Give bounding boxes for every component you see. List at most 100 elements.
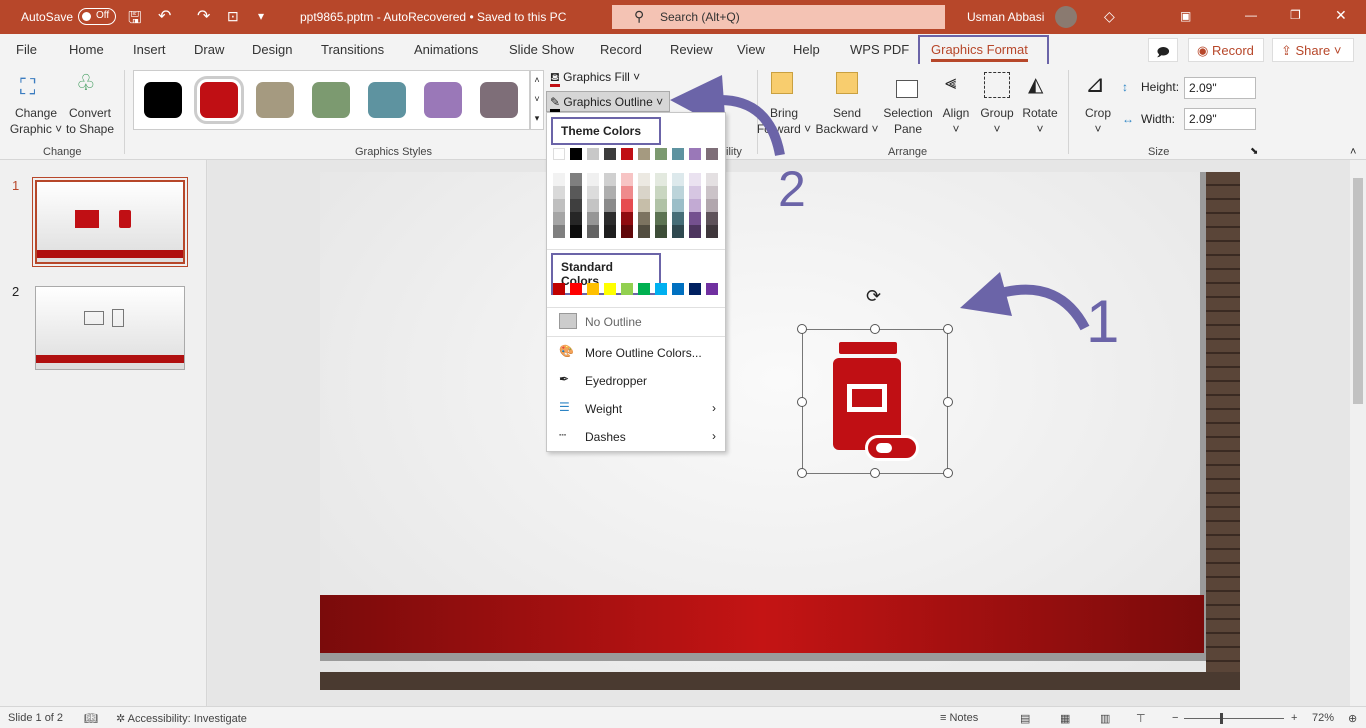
- zoom-out-button[interactable]: −: [1172, 712, 1178, 724]
- tab-home[interactable]: Home: [69, 42, 104, 57]
- theme-color-swatch[interactable]: [570, 148, 582, 160]
- theme-color-tint[interactable]: [553, 199, 565, 212]
- theme-color-tint[interactable]: [570, 212, 582, 225]
- present-icon[interactable]: ⊡: [227, 8, 239, 25]
- theme-color-tint[interactable]: [604, 199, 616, 212]
- theme-color-tint[interactable]: [655, 225, 667, 238]
- theme-color-tint[interactable]: [621, 199, 633, 212]
- theme-color-tint[interactable]: [672, 212, 684, 225]
- undo-icon[interactable]: ↶: [158, 6, 171, 26]
- graphic-style-swatch[interactable]: [480, 82, 518, 118]
- theme-color-tint[interactable]: [672, 199, 684, 212]
- theme-color-tint[interactable]: [604, 173, 616, 186]
- theme-color-tint[interactable]: [689, 225, 701, 238]
- theme-color-tint[interactable]: [587, 186, 599, 199]
- standard-color-swatch[interactable]: [587, 283, 599, 295]
- standard-color-swatch[interactable]: [553, 283, 565, 295]
- theme-color-tint[interactable]: [706, 199, 718, 212]
- tab-slide-show[interactable]: Slide Show: [509, 42, 574, 57]
- spellcheck-icon[interactable]: 📖︎: [84, 712, 98, 725]
- theme-color-tint[interactable]: [638, 173, 650, 186]
- dashes-item[interactable]: ┄ Dashes ›: [557, 426, 722, 448]
- theme-color-swatch[interactable]: [553, 148, 565, 160]
- height-input[interactable]: 2.09": [1184, 77, 1256, 99]
- zoom-slider-thumb[interactable]: [1220, 713, 1223, 724]
- standard-color-swatch[interactable]: [638, 283, 650, 295]
- tab-file[interactable]: File: [16, 42, 37, 57]
- theme-color-tint[interactable]: [587, 199, 599, 212]
- theme-color-tint[interactable]: [621, 173, 633, 186]
- theme-color-tint[interactable]: [672, 173, 684, 186]
- theme-color-tint[interactable]: [655, 186, 667, 199]
- tab-wps-pdf[interactable]: WPS PDF: [850, 42, 909, 57]
- theme-color-tint[interactable]: [672, 225, 684, 238]
- slideshow-icon[interactable]: ⊤: [1136, 712, 1146, 725]
- theme-color-swatch[interactable]: [655, 148, 667, 160]
- change-graphic-button[interactable]: Change Graphic ˅: [8, 105, 64, 137]
- ribbon-display-icon[interactable]: ▣: [1180, 9, 1191, 23]
- theme-color-tint[interactable]: [638, 212, 650, 225]
- theme-color-tint[interactable]: [553, 225, 565, 238]
- standard-color-swatch[interactable]: [655, 283, 667, 295]
- theme-color-swatch[interactable]: [706, 148, 718, 160]
- theme-color-tint[interactable]: [604, 225, 616, 238]
- theme-color-tint[interactable]: [706, 212, 718, 225]
- graphic-style-swatch[interactable]: [312, 82, 350, 118]
- tab-draw[interactable]: Draw: [194, 42, 224, 57]
- collapse-ribbon-icon[interactable]: ˄: [1350, 146, 1356, 158]
- theme-color-tint[interactable]: [655, 212, 667, 225]
- theme-color-tint[interactable]: [689, 173, 701, 186]
- theme-color-tint[interactable]: [570, 199, 582, 212]
- theme-color-tint[interactable]: [587, 173, 599, 186]
- standard-color-swatch[interactable]: [672, 283, 684, 295]
- avatar[interactable]: [1055, 6, 1077, 28]
- resize-handle-e[interactable]: [943, 397, 953, 407]
- theme-color-tint[interactable]: [587, 212, 599, 225]
- slide-sorter-icon[interactable]: ▦: [1060, 712, 1070, 725]
- theme-color-swatch[interactable]: [689, 148, 701, 160]
- notes-button[interactable]: ≡ Notes: [940, 712, 978, 724]
- theme-color-swatch[interactable]: [638, 148, 650, 160]
- fit-slide-icon[interactable]: ⊕: [1348, 712, 1357, 725]
- zoom-slider[interactable]: [1184, 713, 1284, 724]
- theme-color-tint[interactable]: [706, 173, 718, 186]
- eyedropper-item[interactable]: ✒ Eyedropper: [557, 370, 722, 392]
- standard-color-swatch[interactable]: [689, 283, 701, 295]
- theme-color-swatch[interactable]: [672, 148, 684, 160]
- standard-color-swatch[interactable]: [706, 283, 718, 295]
- theme-color-tint[interactable]: [638, 186, 650, 199]
- graphic-style-swatch[interactable]: [368, 82, 406, 118]
- theme-color-tint[interactable]: [570, 225, 582, 238]
- theme-color-swatch[interactable]: [604, 148, 616, 160]
- theme-color-tint[interactable]: [621, 212, 633, 225]
- normal-view-icon[interactable]: ▤: [1020, 712, 1030, 725]
- graphics-fill-button[interactable]: ⛾ Graphics Fill ˅: [550, 70, 640, 87]
- save-icon[interactable]: 🖫: [128, 7, 142, 34]
- tab-graphics-format[interactable]: Graphics Format: [931, 42, 1028, 62]
- theme-color-tint[interactable]: [689, 186, 701, 199]
- share-button[interactable]: ⇪ Share ˅: [1272, 38, 1354, 62]
- graphic-style-swatch[interactable]: [424, 82, 462, 118]
- theme-color-tint[interactable]: [621, 186, 633, 199]
- theme-color-tint[interactable]: [604, 212, 616, 225]
- slide-thumbnail-1[interactable]: [32, 177, 188, 267]
- slide-thumbnail-2[interactable]: [35, 286, 185, 370]
- theme-color-tint[interactable]: [621, 225, 633, 238]
- redo-icon[interactable]: ↷: [197, 6, 210, 26]
- search-box[interactable]: ⚲ Search (Alt+Q): [612, 5, 945, 29]
- theme-color-tint[interactable]: [689, 212, 701, 225]
- no-outline-item[interactable]: No Outline: [557, 311, 722, 333]
- standard-color-swatch[interactable]: [570, 283, 582, 295]
- tab-animations[interactable]: Animations: [414, 42, 478, 57]
- theme-color-tint[interactable]: [553, 173, 565, 186]
- diamond-icon[interactable]: ◇: [1104, 8, 1115, 25]
- reading-view-icon[interactable]: ▥: [1100, 712, 1110, 725]
- convert-to-shape-button[interactable]: Convert to Shape: [64, 105, 116, 137]
- standard-color-swatch[interactable]: [621, 283, 633, 295]
- theme-color-tint[interactable]: [689, 199, 701, 212]
- theme-color-tint[interactable]: [587, 225, 599, 238]
- theme-color-tint[interactable]: [706, 186, 718, 199]
- tab-record[interactable]: Record: [600, 42, 642, 57]
- tab-view[interactable]: View: [737, 42, 765, 57]
- theme-color-swatch[interactable]: [621, 148, 633, 160]
